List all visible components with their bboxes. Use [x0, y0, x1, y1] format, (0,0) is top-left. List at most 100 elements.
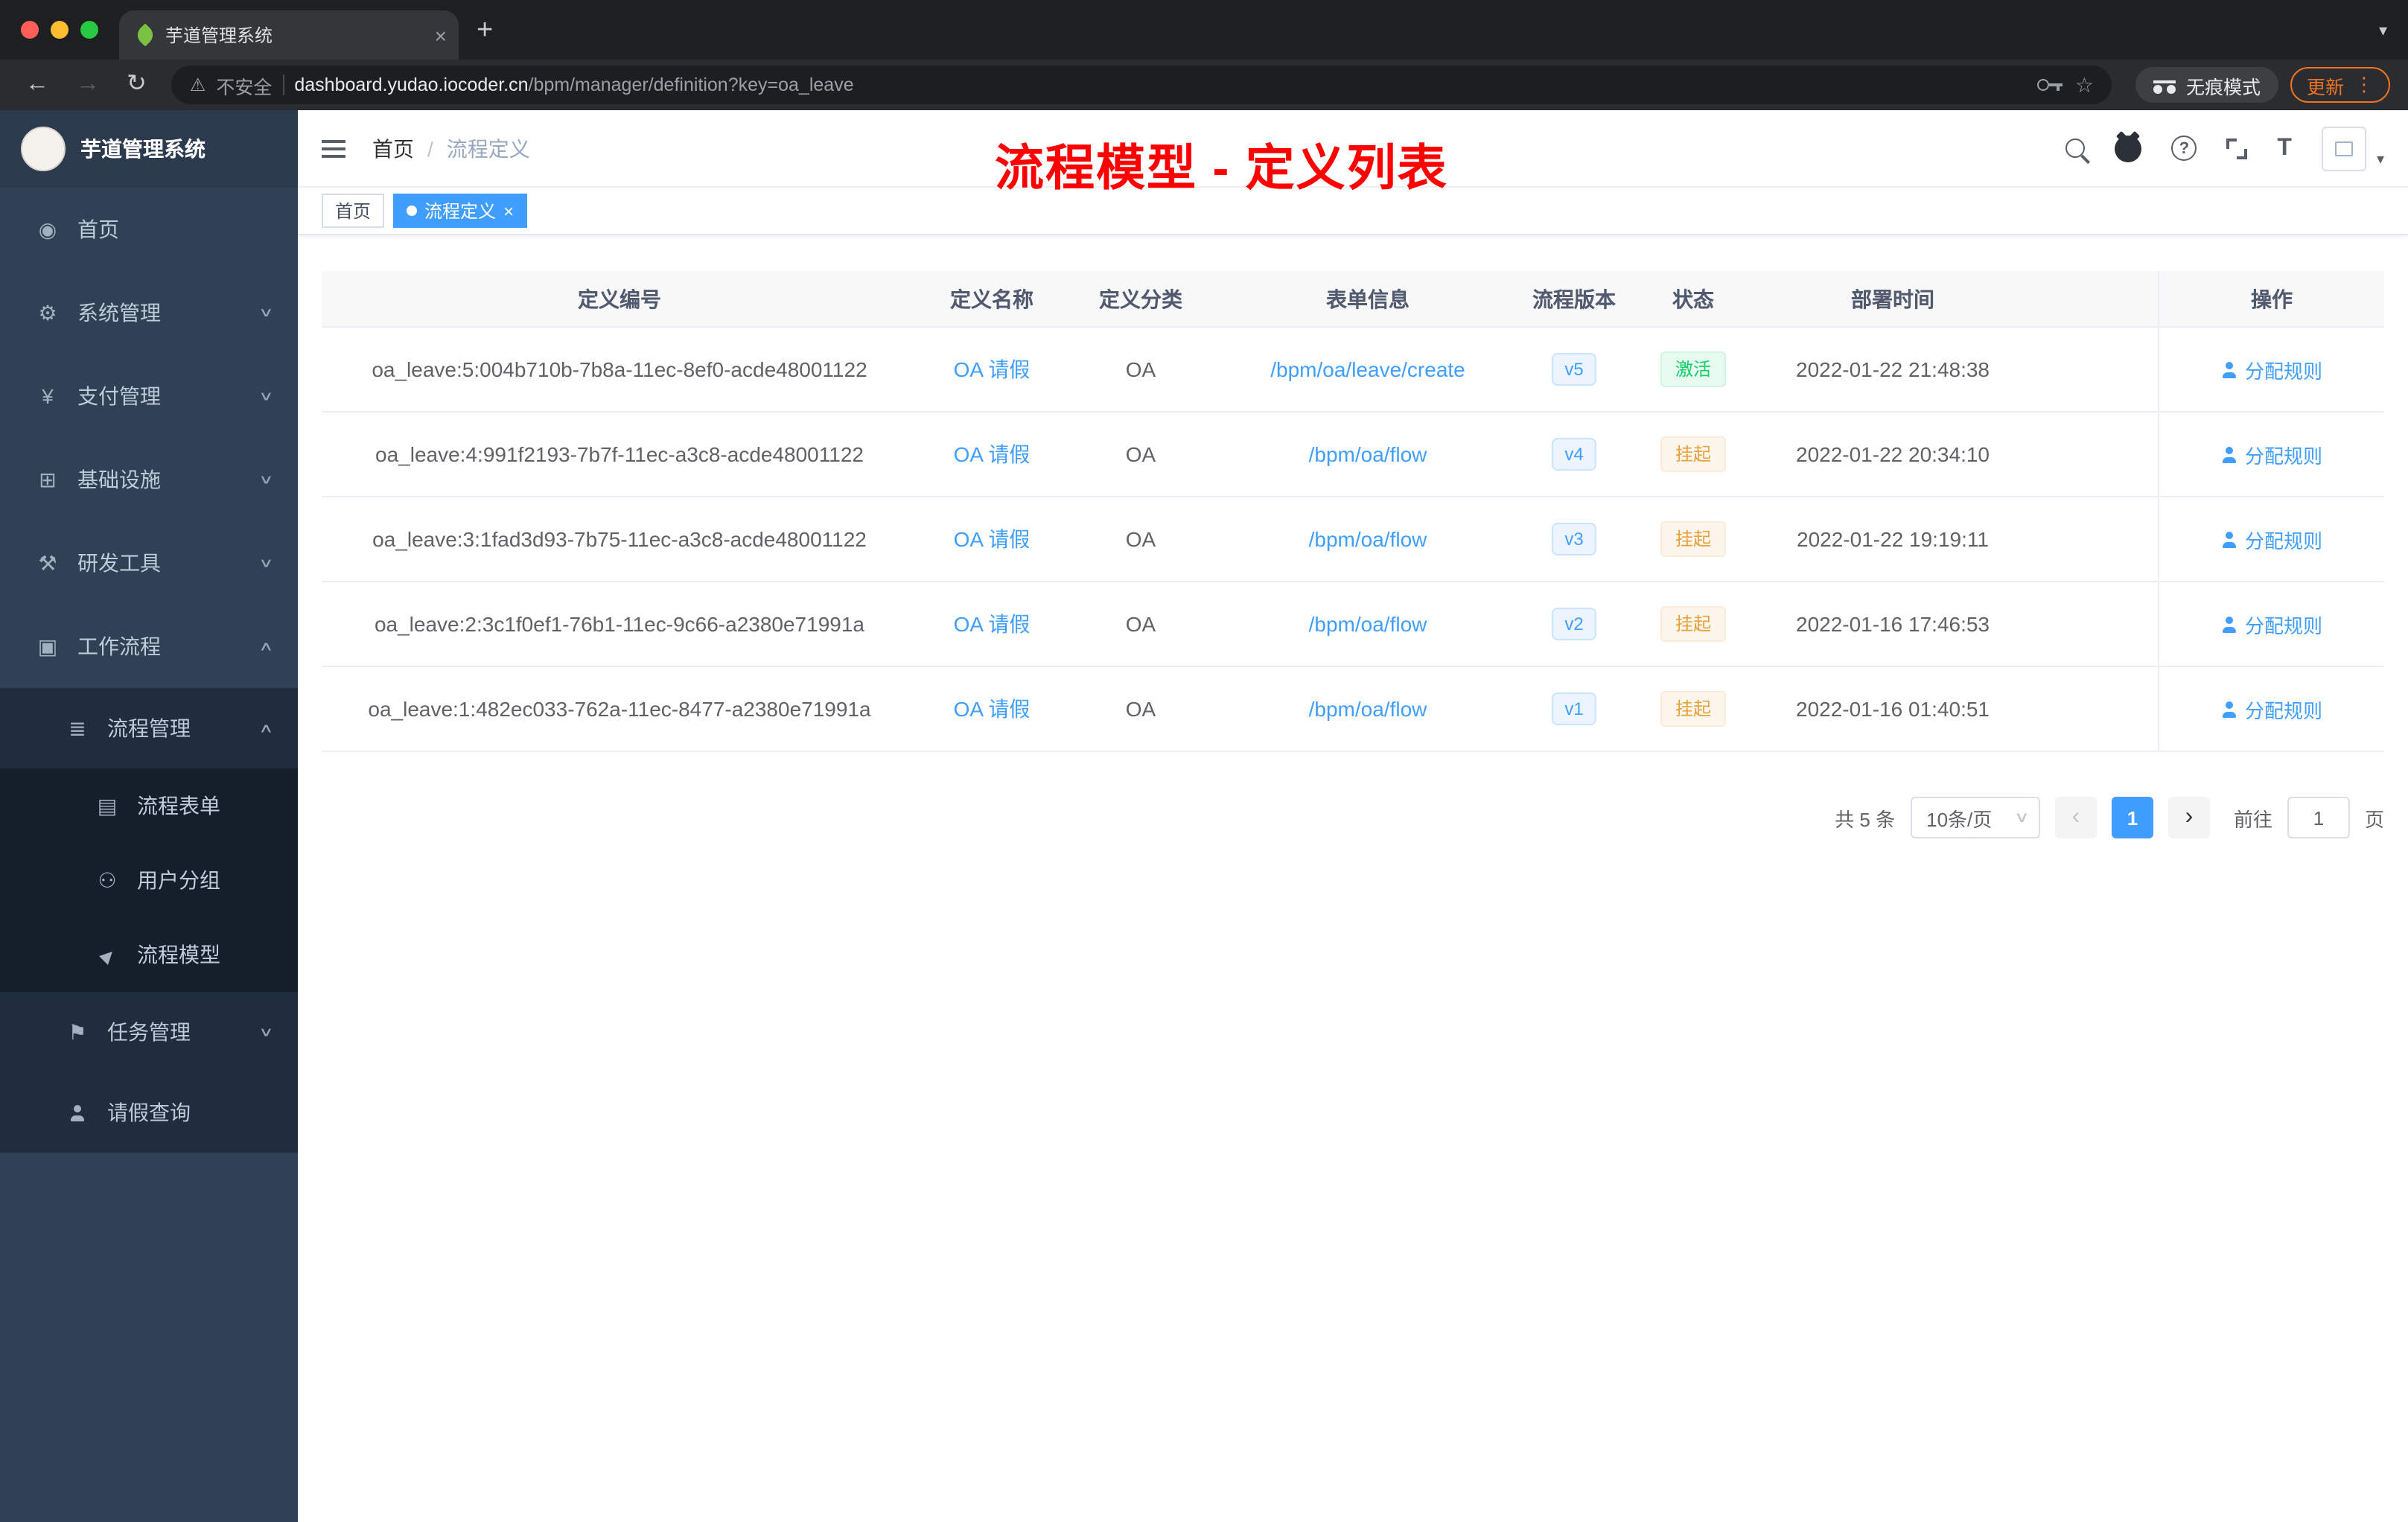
assign-rule-label: 分配规则 — [2244, 614, 2322, 637]
divider — [282, 74, 284, 95]
sidebar-item-devtools[interactable]: ⚒ 研发工具 ∨ — [0, 521, 298, 605]
definition-name-link[interactable]: OA 请假 — [954, 609, 1031, 639]
next-page-button[interactable]: › — [2167, 797, 2210, 838]
gear-icon: ⚙ — [38, 300, 57, 324]
cell-spacer — [2027, 328, 2158, 411]
tag-current[interactable]: 流程定义 × — [393, 194, 528, 228]
reload-button[interactable]: ↻ — [127, 72, 147, 97]
definition-name-link[interactable]: OA 请假 — [954, 439, 1031, 469]
update-label: 更新 — [2306, 77, 2344, 98]
sidebar-item-process-form[interactable]: ▤ 流程表单 — [0, 768, 298, 843]
sidebar-item-leave-query[interactable]: 请假查询 — [0, 1072, 298, 1153]
search-icon[interactable] — [2065, 138, 2086, 158]
browser-tab[interactable]: 芋道管理系统 × — [119, 10, 459, 60]
page-size-value: 10条/页 — [1926, 808, 1993, 830]
update-button[interactable]: 更新 ⋮ — [2290, 67, 2390, 103]
cell-definition-id: oa_leave:4:991f2193-7b7f-11ec-a3c8-acde4… — [375, 442, 864, 466]
sidebar-item-infrastructure[interactable]: ⊞ 基础设施 ∨ — [0, 438, 298, 521]
cell-status: 挂起 — [1628, 413, 1759, 496]
forward-button[interactable]: → — [76, 72, 100, 97]
form-link[interactable]: /bpm/oa/flow — [1309, 442, 1427, 466]
form-link[interactable]: /bpm/oa/flow — [1309, 527, 1427, 551]
github-icon[interactable] — [2115, 135, 2142, 162]
prev-page-button[interactable]: ‹ — [2054, 797, 2097, 838]
logo-title: 芋道管理系统 — [80, 137, 206, 161]
cell-status: 激活 — [1628, 328, 1759, 411]
hamburger-menu-icon[interactable] — [322, 138, 348, 159]
cell-category: OA — [1125, 442, 1156, 466]
cell-category: OA — [1125, 612, 1156, 636]
back-button[interactable]: ← — [25, 72, 49, 97]
form-link[interactable]: /bpm/oa/flow — [1309, 697, 1427, 721]
definition-name-link[interactable]: OA 请假 — [954, 354, 1031, 384]
sidebar-item-process-model[interactable]: ▶ 流程模型 — [0, 917, 298, 992]
not-secure-label[interactable]: 不安全 — [216, 71, 272, 99]
incognito-badge: 无痕模式 — [2135, 67, 2278, 103]
definition-name-link[interactable]: OA 请假 — [954, 694, 1031, 724]
chat-icon: ⚇ — [98, 867, 117, 891]
incognito-label: 无痕模式 — [2185, 77, 2261, 98]
column-header: 定义分类 — [1099, 287, 1182, 311]
version-badge: v2 — [1551, 608, 1597, 640]
fullscreen-icon[interactable] — [2226, 138, 2248, 159]
definition-table: 定义编号 定义名称 定义分类 表单信息 流程版本 状态 部署时间 操作 oa_l… — [322, 271, 2384, 752]
password-key-icon[interactable] — [2037, 79, 2063, 91]
user-icon — [2221, 361, 2237, 378]
breadcrumb-home[interactable]: 首页 — [372, 133, 414, 163]
form-link[interactable]: /bpm/oa/leave/create — [1270, 357, 1465, 381]
browser-toolbar: ← → ↻ ⚠ 不安全 dashboard.yudao.iocoder.cn/b… — [0, 60, 2408, 110]
page-size-select[interactable]: 10条/页 ∨ — [1910, 797, 2040, 838]
avatar-caret-icon[interactable]: ▾ — [2377, 152, 2384, 168]
tag-home[interactable]: 首页 — [322, 194, 385, 228]
column-header: 流程版本 — [1532, 287, 1616, 311]
window-minimize-button[interactable] — [51, 21, 69, 39]
workflow-submenu: ≣ 流程管理 ∧ ▤ 流程表单 ⚇ 用户分组 ▶ 流程模型 ⚑ 任务管理 ∨ 请… — [0, 688, 298, 1153]
sidebar-item-system[interactable]: ⚙ 系统管理 ∨ — [0, 271, 298, 354]
app: 芋道管理系统 ◉ 首页 ⚙ 系统管理 ∨ ¥ 支付管理 ∨ ⊞ 基础设施 ∨ ⚒… — [0, 110, 2408, 1522]
status-badge: 挂起 — [1660, 521, 1726, 557]
window-zoom-button[interactable] — [80, 21, 98, 39]
user-avatar[interactable] — [2321, 126, 2366, 171]
assign-rule-link[interactable]: 分配规则 — [2221, 695, 2322, 723]
sidebar-item-task-management[interactable]: ⚑ 任务管理 ∨ — [0, 992, 298, 1072]
sidebar-item-user-group[interactable]: ⚇ 用户分组 — [0, 843, 298, 917]
sidebar-item-label: 流程管理 — [107, 716, 191, 740]
assign-rule-label: 分配规则 — [2244, 699, 2322, 722]
browser-tab-strip: 芋道管理系统 × + ▾ — [0, 0, 2408, 60]
tab-close-icon[interactable]: × — [435, 25, 447, 45]
sidebar-item-payment[interactable]: ¥ 支付管理 ∨ — [0, 354, 298, 438]
pagination: 共 5 条 10条/页 ∨ ‹ 1 › 前往 页 — [322, 797, 2384, 838]
tab-search-chevron-icon[interactable]: ▾ — [2379, 20, 2387, 39]
address-bar[interactable]: ⚠ 不安全 dashboard.yudao.iocoder.cn/bpm/man… — [171, 66, 2112, 104]
sidebar-item-workflow[interactable]: ▣ 工作流程 ∧ — [0, 605, 298, 688]
assign-rule-link[interactable]: 分配规则 — [2221, 610, 2322, 638]
user-icon — [63, 1104, 92, 1121]
font-size-icon[interactable]: T — [2277, 135, 2292, 162]
sidebar-item-process-management[interactable]: ≣ 流程管理 ∧ — [0, 688, 298, 768]
sidebar-item-label: 系统管理 — [77, 301, 161, 325]
cell-status: 挂起 — [1628, 667, 1759, 751]
tag-close-icon[interactable]: × — [503, 202, 514, 220]
assign-rule-link[interactable]: 分配规则 — [2221, 525, 2322, 553]
column-header: 部署时间 — [1851, 287, 1934, 311]
header-actions: ? T ▾ — [2065, 126, 2384, 171]
form-link[interactable]: /bpm/oa/flow — [1309, 612, 1427, 636]
sidebar-item-home[interactable]: ◉ 首页 — [0, 188, 298, 271]
assign-rule-link[interactable]: 分配规则 — [2221, 355, 2322, 383]
definition-name-link[interactable]: OA 请假 — [954, 524, 1031, 554]
current-page-button[interactable]: 1 — [2111, 797, 2153, 838]
sidebar-logo[interactable]: 芋道管理系统 — [0, 110, 298, 188]
goto-page-input[interactable] — [2287, 797, 2350, 838]
assign-rule-link[interactable]: 分配规则 — [2221, 440, 2322, 468]
sidebar-item-label: 基础设施 — [77, 468, 161, 491]
help-icon[interactable]: ? — [2171, 136, 2197, 161]
browser-menu-icon[interactable]: ⋮ — [2354, 73, 2374, 97]
chevron-down-icon: ∨ — [258, 389, 273, 404]
bookmark-star-icon[interactable]: ☆ — [2075, 72, 2094, 98]
document-icon: ▤ — [97, 793, 118, 817]
new-tab-button[interactable]: + — [477, 16, 493, 44]
cell-action: 分配规则 — [2158, 667, 2384, 751]
cell-spacer — [2027, 582, 2158, 666]
tab-title: 芋道管理系统 — [165, 25, 273, 46]
window-close-button[interactable] — [21, 21, 39, 39]
